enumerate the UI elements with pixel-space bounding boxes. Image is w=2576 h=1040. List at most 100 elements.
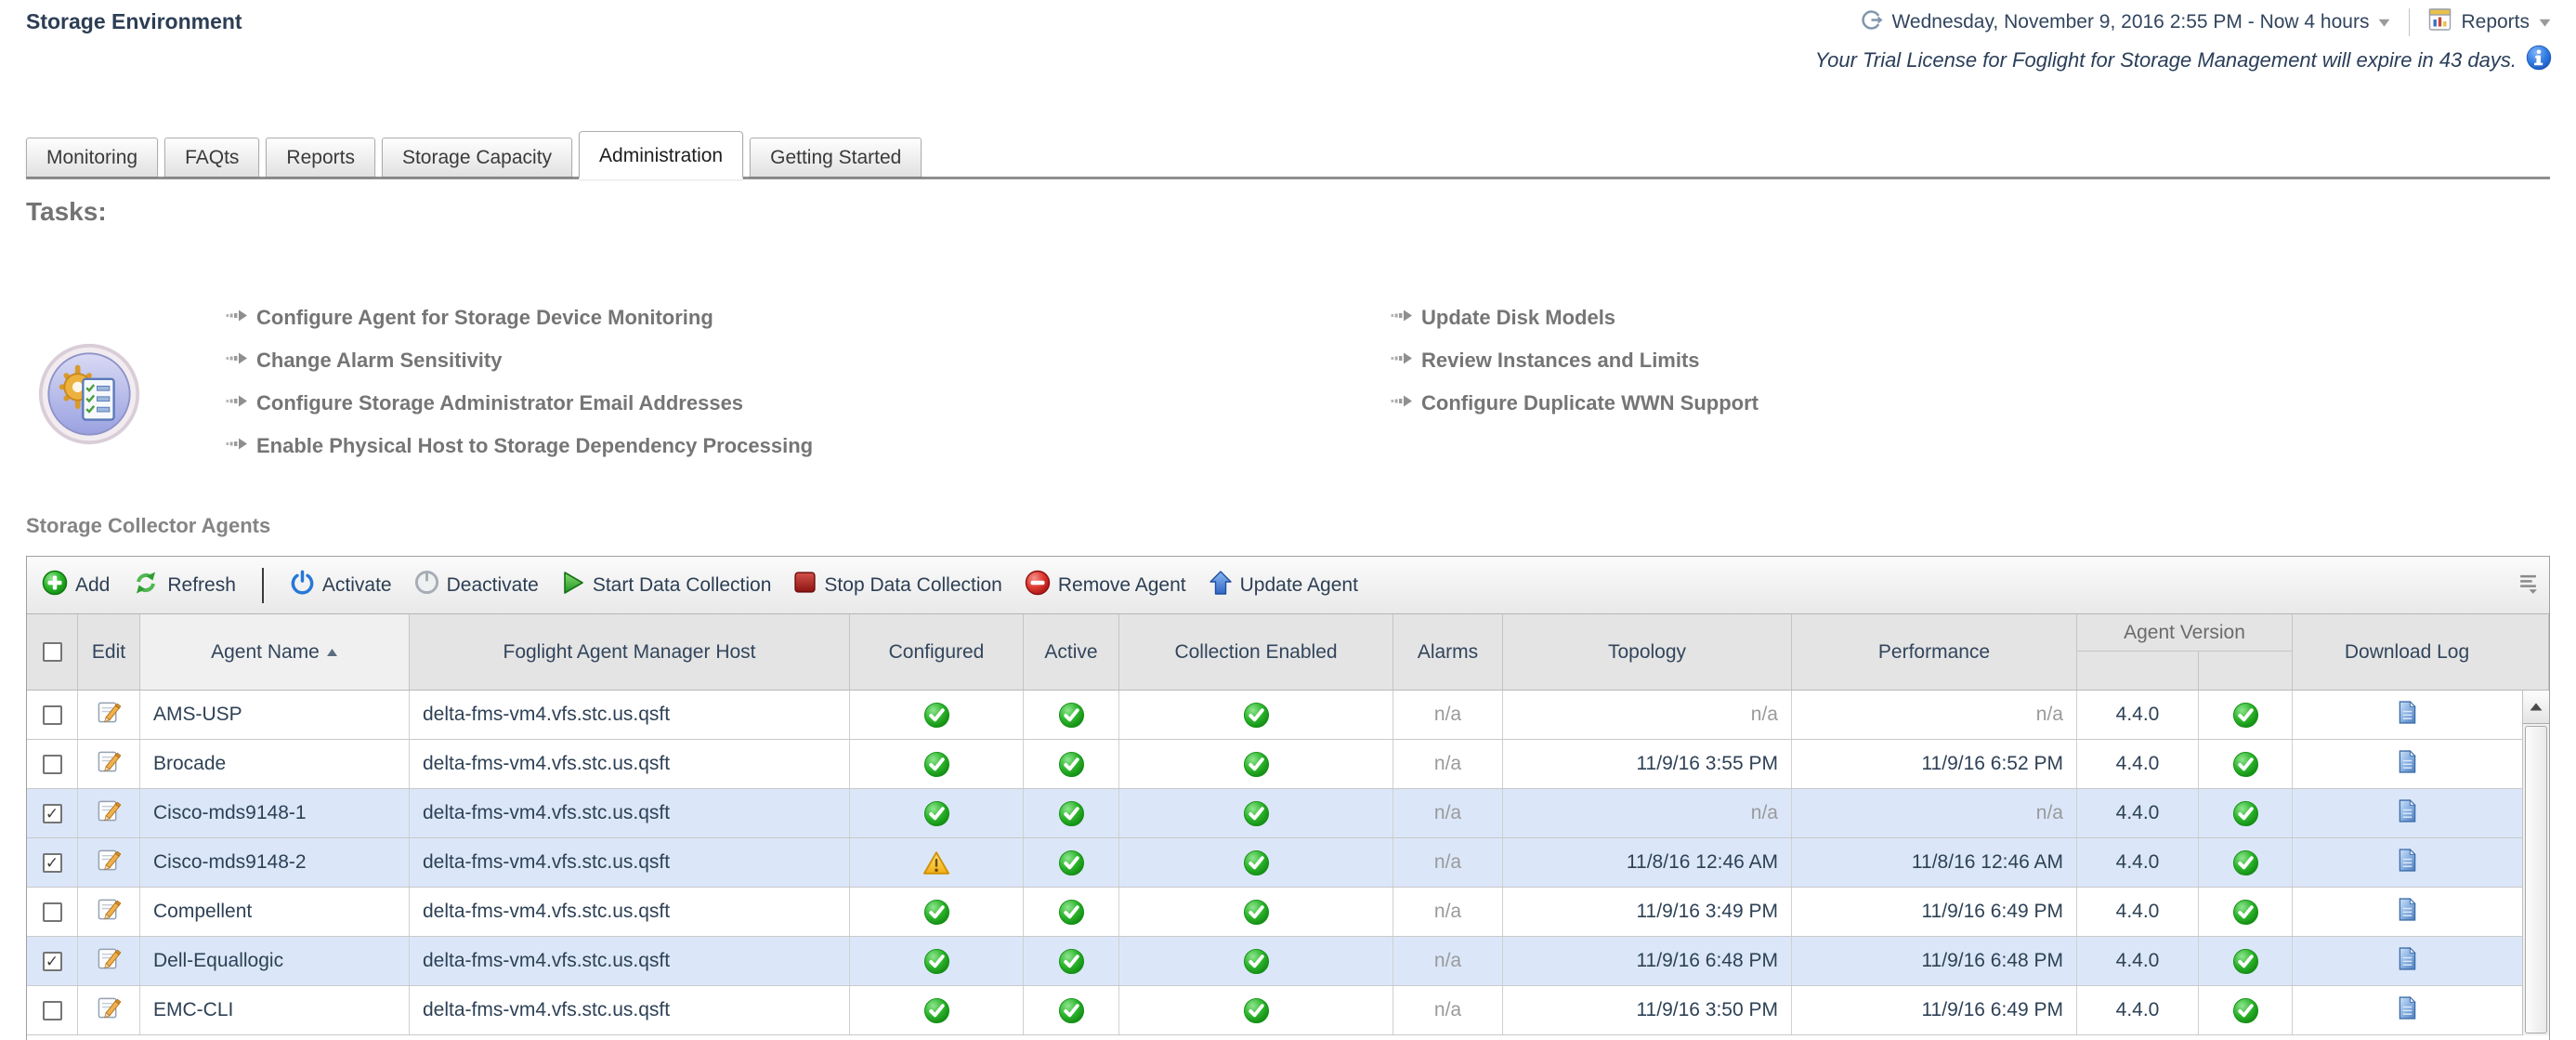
column-header-host[interactable]: Foglight Agent Manager Host [410,614,850,690]
update-agent-button[interactable]: Update Agent [1209,570,1358,601]
edit-button[interactable] [78,789,140,837]
task-link-configure-agent-for-storage-device-monitoring[interactable]: Configure Agent for Storage Device Monit… [226,296,813,339]
agent-name: Dell-Equallogic [140,937,410,985]
table-customizer-icon[interactable] [2518,573,2538,599]
time-range-label[interactable]: Wednesday, November 9, 2016 2:55 PM - No… [1891,11,2369,33]
tab-getting-started[interactable]: Getting Started [750,138,922,177]
row-checkbox[interactable]: ✓ [43,952,62,971]
alarms-value: n/a [1393,691,1503,739]
column-header-alarms[interactable]: Alarms [1393,614,1503,690]
table-row-dell-equallogic[interactable]: ✓Dell-Equallogicdelta-fms-vm4.vfs.stc.us… [27,937,2549,986]
download-log-button[interactable] [2293,789,2549,837]
table-row-ams-usp[interactable]: AMS-USPdelta-fms-vm4.vfs.stc.us.qsftn/an… [27,691,2549,740]
table-row-brocade[interactable]: Brocadedelta-fms-vm4.vfs.stc.us.qsftn/a1… [27,740,2549,789]
agent-host: delta-fms-vm4.vfs.stc.us.qsft [410,740,850,788]
row-checkbox[interactable] [43,755,62,774]
agent-version-status-icon [2199,691,2293,739]
row-checkbox[interactable]: ✓ [43,853,62,873]
edit-button[interactable] [78,986,140,1034]
download-log-button[interactable] [2293,937,2549,985]
table-row-cisco-mds9148-1[interactable]: ✓Cisco-mds9148-1delta-fms-vm4.vfs.stc.us… [27,789,2549,838]
remove-agent-button[interactable]: Remove Agent [1025,570,1186,601]
download-log-button[interactable] [2293,740,2549,788]
edit-button[interactable] [78,691,140,739]
column-header-collection-enabled[interactable]: Collection Enabled [1119,614,1393,690]
agent-version-status-icon [2199,888,2293,936]
refresh-button[interactable]: Refresh [132,570,236,601]
agent-version-status-icon [2199,838,2293,887]
row-checkbox[interactable]: ✓ [43,804,62,823]
edit-button[interactable] [78,740,140,788]
row-checkbox-cell[interactable]: ✓ [27,838,78,887]
deactivate-button[interactable]: Deactivate [414,570,539,600]
top-right-controls: Wednesday, November 9, 2016 2:55 PM - No… [1860,7,2552,37]
download-log-button[interactable] [2293,838,2549,887]
log-file-icon [2398,897,2417,928]
column-header-performance[interactable]: Performance [1792,614,2077,690]
stop-data-collection-button[interactable]: Stop Data Collection [793,571,1001,599]
task-link-review-instances-and-limits[interactable]: Review Instances and Limits [1391,339,1759,382]
column-header-active[interactable]: Active [1024,614,1119,690]
table-row-cisco-mds9148-2[interactable]: ✓Cisco-mds9148-2delta-fms-vm4.vfs.stc.us… [27,838,2549,888]
scroll-up-button[interactable] [2523,691,2549,724]
edit-button[interactable] [78,937,140,985]
alarms-value: n/a [1393,937,1503,985]
reports-caret-icon[interactable] [2538,11,2552,33]
topology-value: 11/9/16 3:49 PM [1503,888,1792,936]
edit-button[interactable] [78,838,140,887]
tab-storage-capacity[interactable]: Storage Capacity [382,138,572,177]
row-checkbox-cell[interactable] [27,986,78,1034]
performance-value: 11/9/16 6:49 PM [1792,986,2077,1034]
tab-administration[interactable]: Administration [579,131,743,179]
download-log-button[interactable] [2293,888,2549,936]
task-link-update-disk-models[interactable]: Update Disk Models [1391,296,1759,339]
select-all-cell[interactable] [27,614,78,690]
column-header-download-log[interactable]: Download Log [2293,614,2549,690]
agent-name: Compellent [140,888,410,936]
task-link-change-alarm-sensitivity[interactable]: Change Alarm Sensitivity [226,339,813,382]
time-range-caret-icon[interactable] [2377,11,2391,33]
row-checkbox-cell[interactable] [27,740,78,788]
download-log-button[interactable] [2293,691,2549,739]
log-file-icon [2398,749,2417,780]
agent-version-status-icon [2199,740,2293,788]
column-header-agent-name[interactable]: Agent Name [140,614,410,690]
edit-button[interactable] [78,888,140,936]
tab-monitoring[interactable]: Monitoring [26,138,158,177]
agent-version-value: 4.4.0 [2077,740,2199,788]
scrollbar-thumb[interactable] [2525,726,2547,1033]
row-checkbox[interactable] [43,1001,62,1020]
column-header-topology[interactable]: Topology [1503,614,1792,690]
row-checkbox-cell[interactable]: ✓ [27,937,78,985]
reports-label[interactable]: Reports [2461,11,2530,33]
select-all-checkbox[interactable] [43,642,62,662]
task-link-configure-storage-administrator-email-addresses[interactable]: Configure Storage Administrator Email Ad… [226,382,813,425]
activate-button[interactable]: Activate [290,570,392,600]
download-log-button[interactable] [2293,986,2549,1034]
column-header-agent-version[interactable]: Agent Version [2077,614,2293,690]
log-file-icon [2398,995,2417,1026]
table-row-emc-cli[interactable]: EMC-CLIdelta-fms-vm4.vfs.stc.us.qsftn/a1… [27,986,2549,1035]
license-notice: Your Trial License for Foglight for Stor… [1815,45,2552,76]
start-data-collection-button[interactable]: Start Data Collection [561,570,772,601]
add-button[interactable]: Add [42,570,110,601]
edit-icon [97,897,122,928]
info-icon[interactable] [2526,45,2552,76]
task-link-configure-duplicate-wwn-support[interactable]: Configure Duplicate WWN Support [1391,382,1759,425]
column-header-edit[interactable]: Edit [78,614,140,690]
topology-value: 11/9/16 6:48 PM [1503,937,1792,985]
row-checkbox-cell[interactable] [27,888,78,936]
refresh-icon [132,570,160,601]
agent-version-status-icon [2199,986,2293,1034]
row-checkbox-cell[interactable] [27,691,78,739]
row-checkbox[interactable] [43,705,62,725]
tab-faqts[interactable]: FAQts [164,138,259,177]
tab-reports[interactable]: Reports [266,138,375,177]
task-link-enable-physical-host-to-storage-dependency-processing[interactable]: Enable Physical Host to Storage Dependen… [226,425,813,467]
configured-status-icon [850,937,1024,985]
row-checkbox-cell[interactable]: ✓ [27,789,78,837]
column-header-configured[interactable]: Configured [850,614,1024,690]
row-checkbox[interactable] [43,902,62,922]
table-row-compellent[interactable]: Compellentdelta-fms-vm4.vfs.stc.us.qsftn… [27,888,2549,937]
vertical-scrollbar[interactable] [2522,691,2549,1035]
